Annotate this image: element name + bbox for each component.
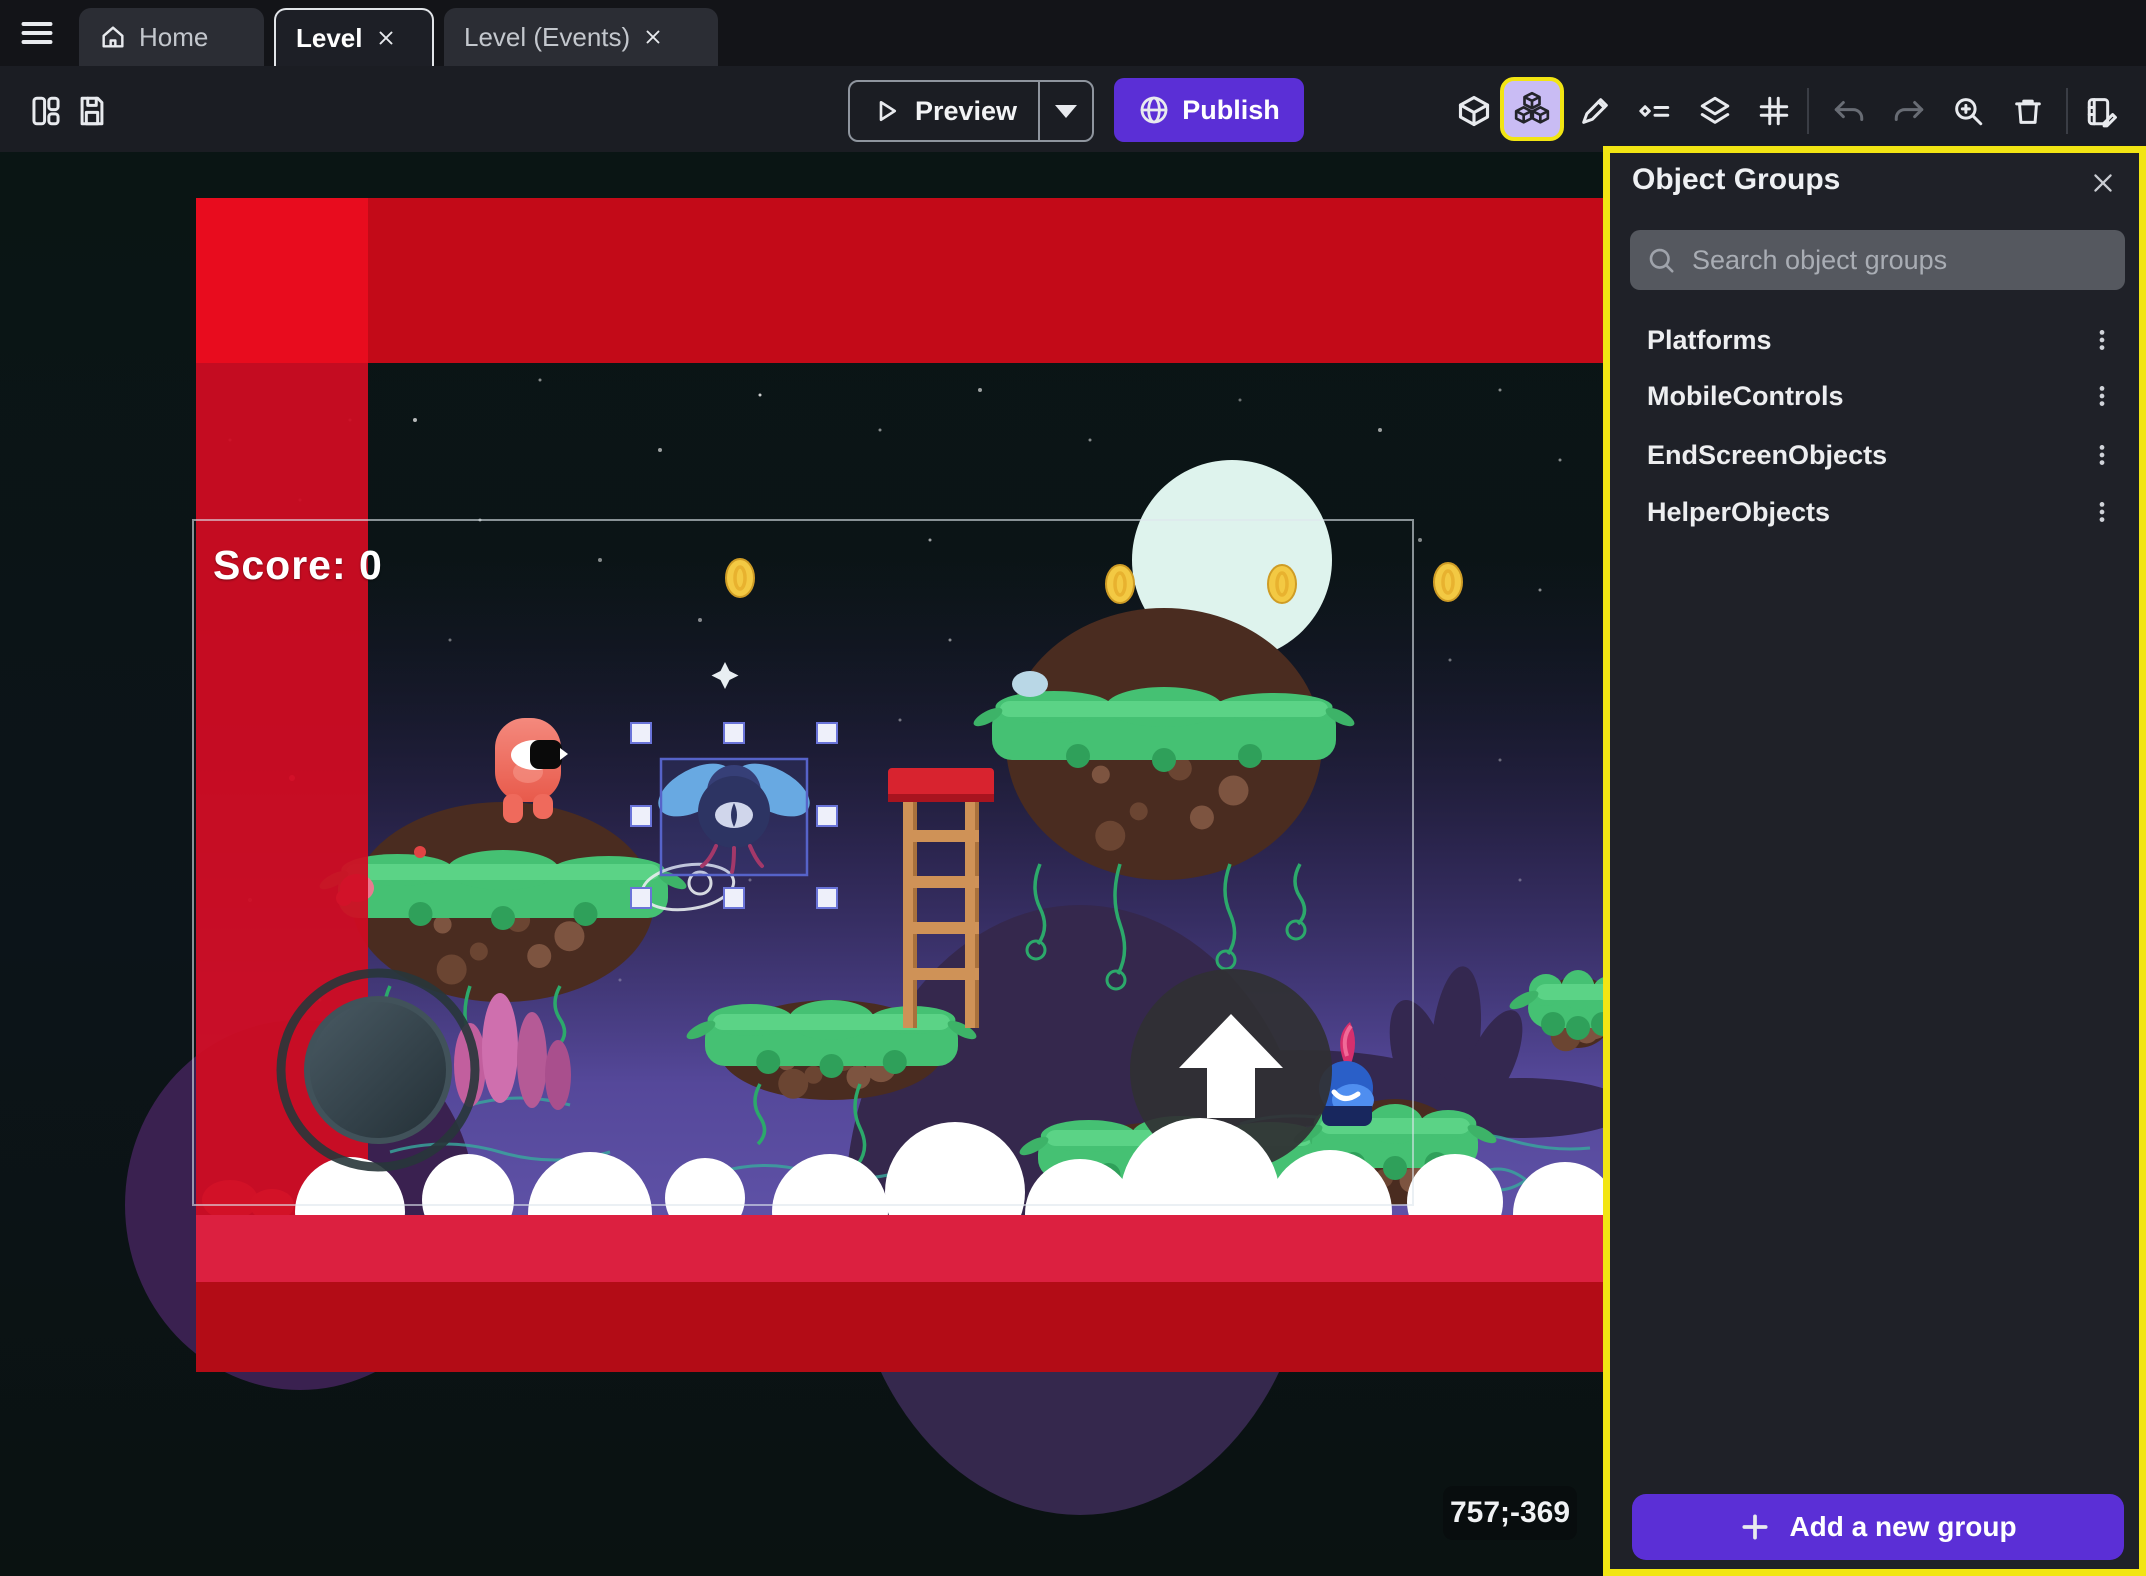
globe-icon: [1138, 94, 1170, 126]
object-group-row[interactable]: Platforms: [1624, 318, 2125, 362]
object-group-label: Platforms: [1647, 325, 1772, 356]
zoom-in-button[interactable]: [1946, 89, 1990, 133]
chevron-down-icon: [1055, 105, 1077, 118]
preview-label: Preview: [915, 96, 1017, 127]
panel-title: Object Groups: [1632, 163, 1840, 197]
selection-handle[interactable]: [631, 723, 651, 743]
kebab-menu-icon[interactable]: [2089, 381, 2115, 411]
preview-options-button[interactable]: [1038, 82, 1092, 140]
mushroom: [414, 846, 426, 858]
object-group-label: MobileControls: [1647, 381, 1844, 412]
toolbar-divider: [2066, 88, 2068, 134]
scene-view[interactable]: [0, 152, 1603, 1576]
panel-close-button[interactable]: [2081, 161, 2125, 205]
preview-button[interactable]: Preview: [848, 80, 1094, 142]
red-zone-bottom[interactable]: [196, 1215, 1603, 1372]
publish-button[interactable]: Publish: [1114, 78, 1304, 142]
save-button[interactable]: [70, 89, 114, 133]
selection-handle[interactable]: [817, 723, 837, 743]
selection-handle[interactable]: [631, 806, 651, 826]
object-group-row[interactable]: EndScreenObjects: [1624, 433, 2125, 477]
editor-toolbar: Preview Publish: [0, 66, 2146, 152]
coin[interactable]: [726, 559, 754, 597]
selection-handle[interactable]: [724, 723, 744, 743]
coordinates-badge: 757;-369: [1443, 1486, 1577, 1540]
object-group-label: HelperObjects: [1647, 497, 1830, 528]
tab-label: Level (Events): [464, 22, 630, 53]
coin[interactable]: [1106, 565, 1134, 603]
scene-canvas[interactable]: Score: 0 757;-369: [0, 152, 1603, 1576]
kebab-menu-icon[interactable]: [2089, 497, 2115, 527]
preview-main[interactable]: Preview: [850, 82, 1038, 140]
add-group-button[interactable]: Add a new group: [1632, 1494, 2124, 1560]
edit-properties-button[interactable]: [2080, 89, 2124, 133]
close-icon[interactable]: [375, 27, 397, 49]
search-box[interactable]: [1630, 230, 2125, 290]
tab-bar: Home Level Level (Events): [0, 0, 2146, 66]
score-text: Score: 0: [213, 542, 383, 589]
plus-icon: [1739, 1511, 1771, 1543]
redo-button[interactable]: [1887, 89, 1931, 133]
coin[interactable]: [1268, 565, 1296, 603]
delete-button[interactable]: [2006, 89, 2050, 133]
kebab-menu-icon[interactable]: [2089, 325, 2115, 355]
object-group-label: EndScreenObjects: [1647, 440, 1887, 471]
tab-label: Level: [296, 23, 363, 54]
hamburger-menu-button[interactable]: [14, 12, 60, 54]
close-icon[interactable]: [642, 26, 664, 48]
object-groups-panel: Object Groups Platforms MobileControls End…: [1603, 146, 2146, 1576]
level-editor-window: Home Level Level (Events): [0, 0, 2146, 1576]
object-group-row[interactable]: MobileControls: [1624, 374, 2125, 418]
selection-handle[interactable]: [724, 888, 744, 908]
add-group-label: Add a new group: [1789, 1511, 2016, 1543]
layers-button[interactable]: [1693, 89, 1737, 133]
tab-level[interactable]: Level: [274, 8, 434, 66]
selection-box[interactable]: [661, 759, 807, 875]
toolbar-divider: [1807, 88, 1809, 134]
grid-button[interactable]: [1752, 89, 1796, 133]
tab-label: Home: [139, 22, 208, 53]
mushroom: [1012, 671, 1048, 697]
red-zone-top[interactable]: [196, 198, 1603, 363]
kebab-menu-icon[interactable]: [2089, 440, 2115, 470]
joystick-control[interactable]: [281, 973, 475, 1167]
edit-pencil-button[interactable]: [1573, 89, 1617, 133]
selection-handle[interactable]: [817, 888, 837, 908]
search-icon: [1646, 245, 1676, 275]
instances-list-button[interactable]: [1633, 89, 1677, 133]
play-icon: [871, 96, 901, 126]
coin[interactable]: [1434, 563, 1462, 601]
home-icon: [99, 23, 127, 51]
publish-label: Publish: [1182, 95, 1280, 126]
layout-panels-button[interactable]: [24, 89, 68, 133]
object-group-row[interactable]: HelperObjects: [1624, 490, 2125, 534]
search-input[interactable]: [1690, 244, 2109, 277]
selection-handle[interactable]: [817, 806, 837, 826]
undo-button[interactable]: [1827, 89, 1871, 133]
selection-handle[interactable]: [631, 888, 651, 908]
objects-panel-button[interactable]: [1452, 89, 1496, 133]
object-groups-panel-button-active[interactable]: [1500, 77, 1564, 141]
tab-home[interactable]: Home: [79, 8, 264, 66]
tab-level-events[interactable]: Level (Events): [444, 8, 718, 66]
